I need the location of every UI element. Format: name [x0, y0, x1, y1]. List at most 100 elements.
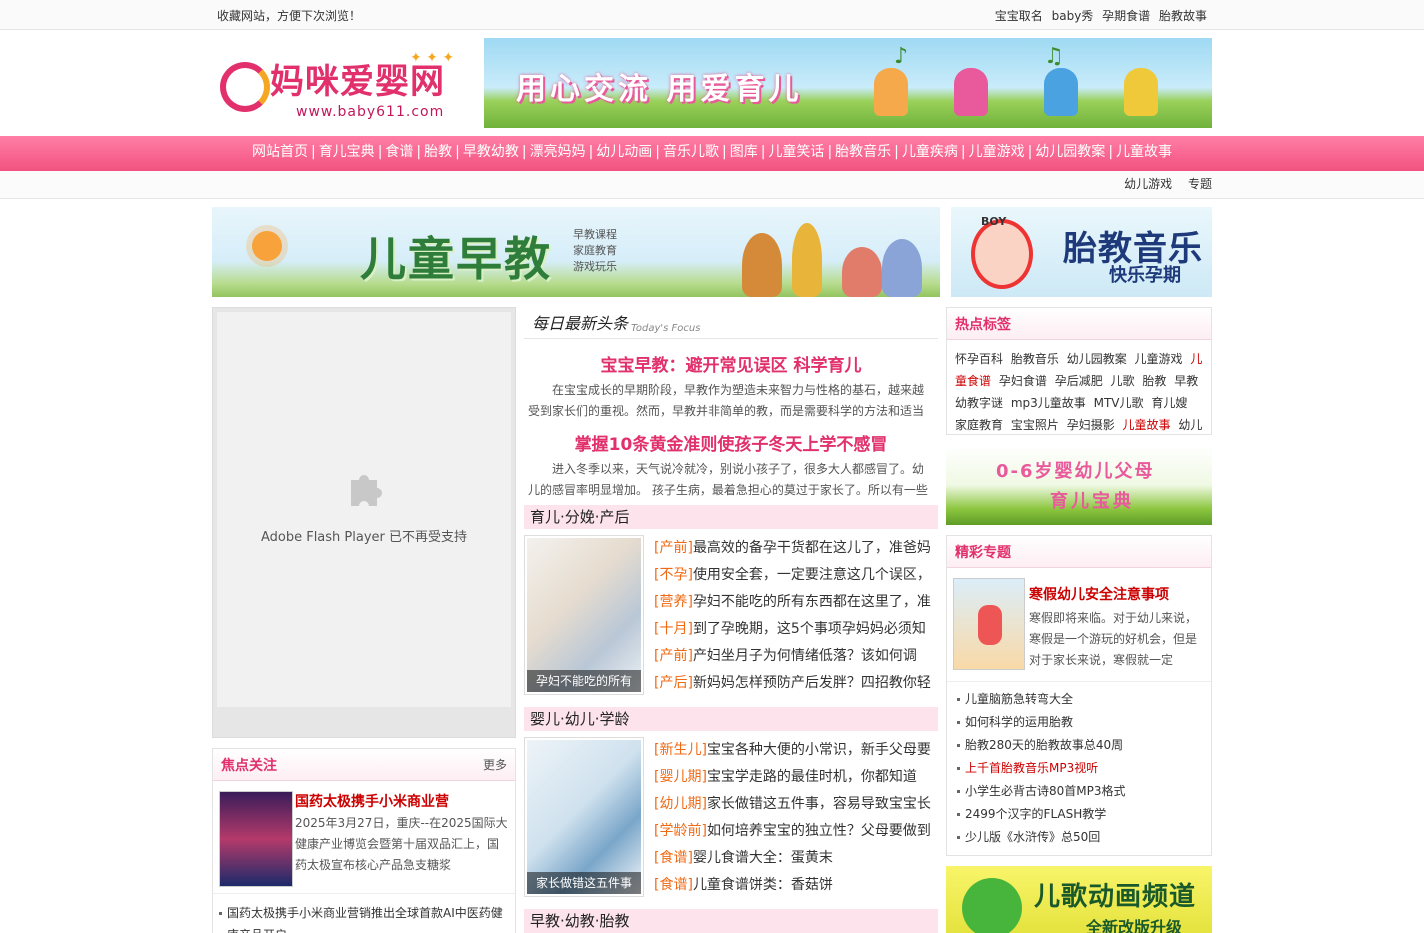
nav-item[interactable]: 胎教 — [424, 144, 452, 160]
hot-tag[interactable]: 孕妇食谱 — [999, 374, 1047, 388]
article-link[interactable]: [产前]产妇坐月子为何情绪低落？该如何调 — [654, 643, 938, 670]
hot-tag[interactable]: mp3儿童故事 — [1011, 396, 1086, 410]
article-title[interactable]: 如何培养宝宝的独立性？父母要做到 — [707, 823, 931, 839]
subnav-item[interactable]: 专题 — [1188, 177, 1212, 191]
nav-item[interactable]: 食谱 — [385, 144, 413, 160]
article-title[interactable]: 婴儿食谱大全：蛋黄末 — [693, 850, 833, 866]
nav-item[interactable]: 图库 — [730, 144, 758, 160]
nav-item[interactable]: 儿童疾病 — [902, 144, 958, 160]
section-title[interactable]: 育儿·分娩·产后 — [524, 505, 938, 529]
nav-item[interactable]: 网站首页 — [252, 144, 308, 160]
nav-item[interactable]: 幼儿动画 — [596, 144, 652, 160]
article-tag[interactable]: [学龄前] — [654, 823, 707, 839]
subnav-item[interactable]: 幼儿游戏 — [1124, 177, 1172, 191]
top-link[interactable]: baby秀 — [1052, 9, 1094, 23]
nav-item[interactable]: 儿童笑话 — [768, 144, 824, 160]
special-thumbnail[interactable] — [953, 578, 1025, 670]
article-link[interactable]: [不孕]使用安全套，一定要注意这几个误区， — [654, 562, 938, 589]
special-list-item[interactable]: 胎教280天的胎教故事总40周 — [955, 734, 1203, 757]
hot-tag[interactable]: 怀孕百科 — [955, 352, 1003, 366]
hot-tag[interactable]: 儿童故事 — [1123, 418, 1171, 432]
focus-thumbnail[interactable] — [219, 791, 293, 887]
nav-item[interactable]: 音乐儿歌 — [663, 144, 719, 160]
hot-tag[interactable]: 育儿嫂 — [1151, 396, 1187, 410]
article-title[interactable]: 家长做错这五件事，容易导致宝宝长 — [707, 796, 931, 812]
headline-title[interactable]: 掌握10条黄金准则使孩子冬天上学不感冒 — [528, 430, 934, 455]
article-tag[interactable]: [产前] — [654, 648, 693, 664]
hot-tag[interactable]: MTV儿歌 — [1094, 396, 1144, 410]
article-tag[interactable]: [不孕] — [654, 567, 693, 583]
article-tag[interactable]: [产前] — [654, 540, 693, 556]
special-list-item[interactable]: 如何科学的运用胎教 — [955, 711, 1203, 734]
hot-tag[interactable]: 家庭教育 — [955, 418, 1003, 432]
top-link[interactable]: 宝宝取名 — [995, 9, 1043, 23]
article-link[interactable]: [十月]到了孕晚期，这5个事项孕妈妈必须知 — [654, 616, 938, 643]
section-thumbnail[interactable]: 家长做错这五件事 — [524, 737, 644, 897]
nav-item[interactable]: 儿童故事 — [1116, 144, 1172, 160]
nav-item[interactable]: 幼儿园教案 — [1035, 144, 1105, 160]
special-list-item[interactable]: 儿童脑筋急转弯大全 — [955, 688, 1203, 711]
hot-tag[interactable]: 幼儿园教案 — [1067, 352, 1127, 366]
article-link[interactable]: [学龄前]如何培养宝宝的独立性？父母要做到 — [654, 818, 938, 845]
special-list-item[interactable]: 小学生必背古诗80首MP3格式 — [955, 780, 1203, 803]
article-title[interactable]: 宝宝各种大便的小常识，新手父母要 — [707, 742, 931, 758]
article-tag[interactable]: [幼儿期] — [654, 796, 707, 812]
article-link[interactable]: [食谱]儿童食谱饼类：香菇饼 — [654, 872, 938, 899]
hot-tag[interactable]: 儿歌 — [1111, 374, 1135, 388]
focus-more-link[interactable]: 更多 — [483, 756, 507, 773]
top-banner[interactable]: 用心交流 用爱育儿 ♪ ♫ — [484, 38, 1212, 128]
article-title[interactable]: 到了孕晚期，这5个事项孕妈妈必须知 — [693, 621, 926, 637]
kids-song-banner[interactable]: 儿歌动画频道 全新改版升级 — [946, 866, 1212, 933]
hot-tag[interactable]: 孕妇摄影 — [1067, 418, 1115, 432]
article-link[interactable]: [婴儿期]宝宝学走路的最佳时机，你都知道 — [654, 764, 938, 791]
article-link[interactable]: [营养]孕妇不能吃的所有东西都在这里了，准 — [654, 589, 938, 616]
section-thumbnail[interactable]: 孕妇不能吃的所有 — [524, 535, 644, 695]
parenting-guide-banner[interactable]: 0-6岁婴幼儿父母 育儿宝典 — [946, 445, 1212, 525]
nav-item[interactable]: 胎教音乐 — [835, 144, 891, 160]
article-tag[interactable]: [新生儿] — [654, 742, 707, 758]
article-title[interactable]: 新妈妈怎样预防产后发胖？四招教你轻 — [693, 675, 931, 691]
hot-tag[interactable]: 幼教字谜 — [955, 396, 1003, 410]
hot-tag[interactable]: 儿童游戏 — [1135, 352, 1183, 366]
early-education-banner[interactable]: 儿童早教 早教课程 家庭教育 游戏玩乐 — [212, 207, 940, 297]
article-link[interactable]: [产后]新妈妈怎样预防产后发胖？四招教你轻 — [654, 670, 938, 697]
article-tag[interactable]: [食谱] — [654, 877, 693, 893]
article-title[interactable]: 使用安全套，一定要注意这几个误区， — [693, 567, 931, 583]
article-title[interactable]: 产妇坐月子为何情绪低落？该如何调 — [693, 648, 917, 664]
hot-tag[interactable]: 胎教 — [1142, 374, 1166, 388]
focus-list-item[interactable]: 国药太极携手小米商业营销推出全球首款AI中医药健康产品开启 — [219, 902, 509, 933]
prenatal-music-banner[interactable]: BOY 胎教音乐 快乐孕期 — [951, 207, 1212, 297]
special-list-item[interactable]: 2499个汉字的FLASH教学 — [955, 803, 1203, 826]
focus-feature-title[interactable]: 国药太极携手小米商业营 — [295, 791, 509, 811]
special-list-item[interactable]: 上千首胎教音乐MP3视听 — [955, 757, 1203, 780]
bookmark-link[interactable]: 收藏网站，方便下次浏览！ — [217, 7, 361, 24]
article-tag[interactable]: [十月] — [654, 621, 693, 637]
hot-tag[interactable]: 宝宝照片 — [1011, 418, 1059, 432]
article-link[interactable]: [产前]最高效的备孕干货都在这儿了，准爸妈 — [654, 535, 938, 562]
hot-tag[interactable]: 孕后减肥 — [1055, 374, 1103, 388]
article-link[interactable]: [新生儿]宝宝各种大便的小常识，新手父母要 — [654, 737, 938, 764]
section-title[interactable]: 婴儿·幼儿·学龄 — [524, 707, 938, 731]
special-feature-title[interactable]: 寒假幼儿安全注意事项 — [1029, 584, 1205, 604]
article-tag[interactable]: [婴儿期] — [654, 769, 707, 785]
nav-item[interactable]: 早教幼教 — [463, 144, 519, 160]
hot-tag[interactable]: 早教 — [1174, 374, 1198, 388]
article-link[interactable]: [幼儿期]家长做错这五件事，容易导致宝宝长 — [654, 791, 938, 818]
nav-item[interactable]: 儿童游戏 — [969, 144, 1025, 160]
site-logo[interactable]: ✦ ✦ ✦ 妈咪爱婴网 www.baby611.com — [220, 48, 470, 120]
hot-tag[interactable]: 胎教音乐 — [1011, 352, 1059, 366]
nav-item[interactable]: 漂亮妈妈 — [530, 144, 586, 160]
nav-item[interactable]: 育儿宝典 — [319, 144, 375, 160]
article-tag[interactable]: [营养] — [654, 594, 693, 610]
article-tag[interactable]: [食谱] — [654, 850, 693, 866]
article-link[interactable]: [食谱]婴儿食谱大全：蛋黄末 — [654, 845, 938, 872]
section-title[interactable]: 早教·幼教·胎教 — [524, 909, 938, 933]
article-title[interactable]: 宝宝学走路的最佳时机，你都知道 — [707, 769, 917, 785]
article-title[interactable]: 最高效的备孕干货都在这儿了，准爸妈 — [693, 540, 931, 556]
headline-title[interactable]: 宝宝早教：避开常见误区 科学育儿 — [528, 351, 934, 376]
article-tag[interactable]: [产后] — [654, 675, 693, 691]
top-link[interactable]: 胎教故事 — [1159, 9, 1207, 23]
article-title[interactable]: 儿童食谱饼类：香菇饼 — [693, 877, 833, 893]
top-link[interactable]: 孕期食谱 — [1102, 9, 1150, 23]
article-title[interactable]: 孕妇不能吃的所有东西都在这里了，准 — [693, 594, 931, 610]
